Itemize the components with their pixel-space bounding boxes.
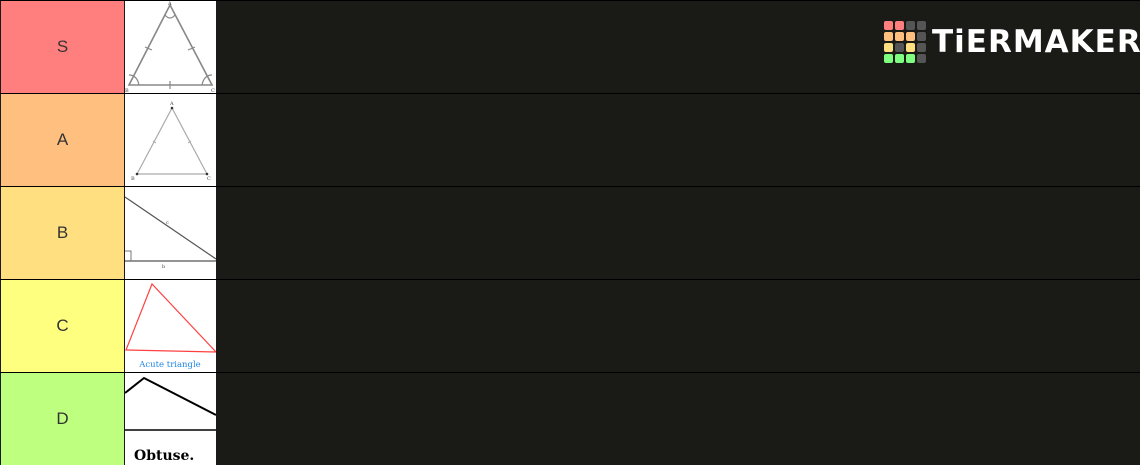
tier-item-equilateral-marked[interactable]: A B C <box>125 1 216 93</box>
logo-grid-square <box>884 54 893 63</box>
tier-label-text: D <box>56 409 69 428</box>
logo-grid-square <box>884 21 893 30</box>
tier-label-text: A <box>56 130 69 149</box>
logo-grid-square <box>895 21 904 30</box>
tiermaker-logo: TiERMAKER <box>883 20 1140 64</box>
tier-row-a: A A B C <box>0 94 1140 186</box>
logo-grid-square <box>884 32 893 41</box>
logo-grid-square <box>895 43 904 52</box>
tier-drop-zone-b[interactable]: c b <box>125 187 1139 279</box>
logo-grid-square <box>906 21 915 30</box>
svg-text:A: A <box>167 1 172 7</box>
logo-grid-square <box>884 43 893 52</box>
tier-label-s[interactable]: S <box>1 1 124 93</box>
acute-caption: Acute triangle <box>138 360 200 370</box>
logo-grid-square <box>906 32 915 41</box>
tier-label-a[interactable]: A <box>1 94 124 186</box>
tier-drop-zone-a[interactable]: A B C <box>125 94 1139 186</box>
tier-item-right-triangle[interactable]: c b <box>125 187 216 279</box>
logo-grid-square <box>917 32 926 41</box>
tier-row-d: D Obtuse. <box>0 373 1140 465</box>
side-label-b: b <box>162 264 165 270</box>
vertex-label-a: A <box>169 101 174 107</box>
svg-text:C: C <box>211 88 215 93</box>
tier-label-text: S <box>56 37 69 56</box>
logo-text: TiERMAKER <box>932 24 1140 60</box>
side-label-c: c <box>166 220 169 226</box>
tiermaker-grid-icon <box>884 21 926 63</box>
logo-grid-square <box>895 54 904 63</box>
obtuse-caption: Obtuse. <box>134 448 194 464</box>
tier-label-d[interactable]: D <box>1 373 124 465</box>
tier-item-obtuse-triangle[interactable]: Obtuse. <box>125 373 216 465</box>
vertex-label-c: C <box>207 176 211 182</box>
tier-row-c: C Acute triangle <box>0 280 1140 372</box>
tier-label-c[interactable]: C <box>1 280 124 372</box>
tier-label-b[interactable]: B <box>1 187 124 279</box>
tier-item-acute-triangle[interactable]: Acute triangle <box>125 280 216 372</box>
tier-item-equilateral-labeled[interactable]: A B C <box>125 94 216 186</box>
logo-grid-square <box>917 21 926 30</box>
svg-text:B: B <box>125 88 129 93</box>
tier-label-text: B <box>56 223 69 242</box>
logo-grid-square <box>917 54 926 63</box>
tier-drop-zone-d[interactable]: Obtuse. <box>125 373 1139 465</box>
tier-drop-zone-c[interactable]: Acute triangle <box>125 280 1139 372</box>
logo-grid-square <box>906 43 915 52</box>
logo-grid-square <box>895 32 904 41</box>
tier-row-b: B c b <box>0 187 1140 279</box>
tier-label-text: C <box>56 316 69 335</box>
vertex-label-b: B <box>131 176 135 182</box>
tier-list: S A B C A A B C B c b C Acute triangle D… <box>0 0 1140 465</box>
logo-grid-square <box>917 43 926 52</box>
logo-grid-square <box>906 54 915 63</box>
